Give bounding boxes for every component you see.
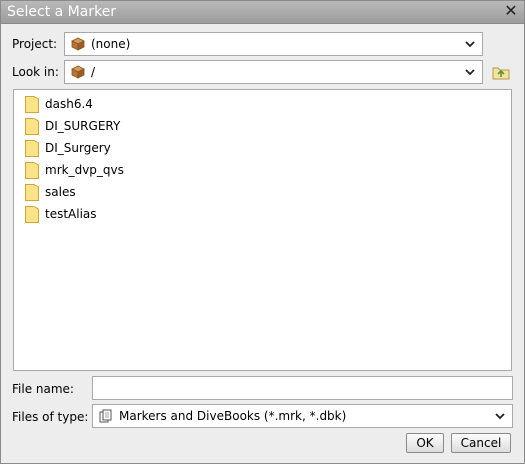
filetype-value: Markers and DiveBooks (*.mrk, *.dbk) [119,409,347,423]
list-item[interactable]: sales [25,183,225,203]
folder-icon [25,140,39,157]
filename-label: File name: [12,382,74,396]
lookin-value: / [91,65,96,79]
chevron-down-icon[interactable] [464,65,476,79]
project-select[interactable]: (none) [64,32,483,56]
package-icon [71,65,85,79]
ok-button[interactable]: OK [406,433,444,453]
list-item-label: testAlias [45,207,97,221]
package-icon [71,37,85,51]
project-label: Project: [12,37,58,51]
chevron-down-icon[interactable] [464,37,476,51]
lookin-select[interactable]: / [64,60,483,84]
filename-field-wrapper [92,376,513,400]
up-folder-icon[interactable] [491,62,511,82]
list-item[interactable]: mrk_dvp_qvs [25,161,225,181]
folder-icon [25,96,39,113]
list-item[interactable]: dash6.4 [25,95,225,115]
list-item[interactable]: DI_Surgery [25,139,225,159]
close-icon[interactable]: ✕ [504,3,518,19]
list-item[interactable]: DI_SURGERY [25,117,225,137]
chevron-down-icon[interactable] [494,409,506,423]
cancel-button[interactable]: Cancel [451,433,511,453]
documents-icon [99,409,112,423]
lookin-label: Look in: [12,65,59,79]
folder-icon [25,206,39,223]
list-item-label: DI_Surgery [45,141,111,155]
filetype-label: Files of type: [12,410,89,424]
select-marker-dialog: Select a Marker ✕ Project: (none) Look i… [0,0,525,464]
filetype-select[interactable]: Markers and DiveBooks (*.mrk, *.dbk) [92,404,513,428]
file-list[interactable]: dash6.4 DI_SURGERY DI_Surgery mrk_dvp_qv… [13,89,512,371]
list-item-label: mrk_dvp_qvs [45,163,124,177]
filename-field[interactable] [93,377,512,399]
folder-icon [25,118,39,135]
project-value: (none) [91,37,131,51]
list-item-label: dash6.4 [45,97,93,111]
dialog-title: Select a Marker [7,4,117,20]
folder-icon [25,184,39,201]
list-item-label: DI_SURGERY [45,119,121,133]
list-item[interactable]: testAlias [25,205,225,225]
list-item-label: sales [45,185,76,199]
folder-icon [25,162,39,179]
title-bar[interactable]: Select a Marker ✕ [1,1,524,24]
